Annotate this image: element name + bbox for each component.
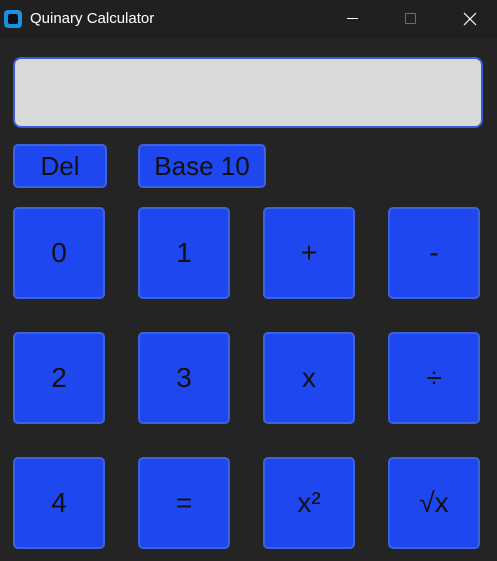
add-button[interactable]: + — [263, 207, 355, 299]
digit-4-button[interactable]: 4 — [13, 457, 105, 549]
close-button[interactable] — [446, 0, 494, 38]
minimize-button[interactable] — [329, 0, 377, 38]
app-icon — [4, 10, 22, 28]
square-button[interactable]: x² — [263, 457, 355, 549]
delete-button[interactable]: Del — [13, 144, 107, 188]
multiply-button[interactable]: x — [263, 332, 355, 424]
digit-1-button[interactable]: 1 — [138, 207, 230, 299]
minimize-icon — [347, 18, 358, 19]
maximize-button[interactable] — [386, 0, 434, 38]
digit-0-button[interactable]: 0 — [13, 207, 105, 299]
base-toggle-button[interactable]: Base 10 — [138, 144, 266, 188]
close-icon — [463, 12, 477, 26]
result-display[interactable] — [13, 57, 483, 128]
digit-2-button[interactable]: 2 — [13, 332, 105, 424]
divide-button[interactable]: ÷ — [388, 332, 480, 424]
square-root-button[interactable]: √x — [388, 457, 480, 549]
digit-3-button[interactable]: 3 — [138, 332, 230, 424]
subtract-button[interactable]: - — [388, 207, 480, 299]
maximize-icon — [405, 13, 416, 24]
title-bar[interactable]: Quinary Calculator — [0, 0, 497, 38]
window-title: Quinary Calculator — [30, 10, 155, 27]
equals-button[interactable]: = — [138, 457, 230, 549]
calculator-window: Quinary Calculator Del Base 10 0 1 + - 2… — [0, 0, 497, 561]
